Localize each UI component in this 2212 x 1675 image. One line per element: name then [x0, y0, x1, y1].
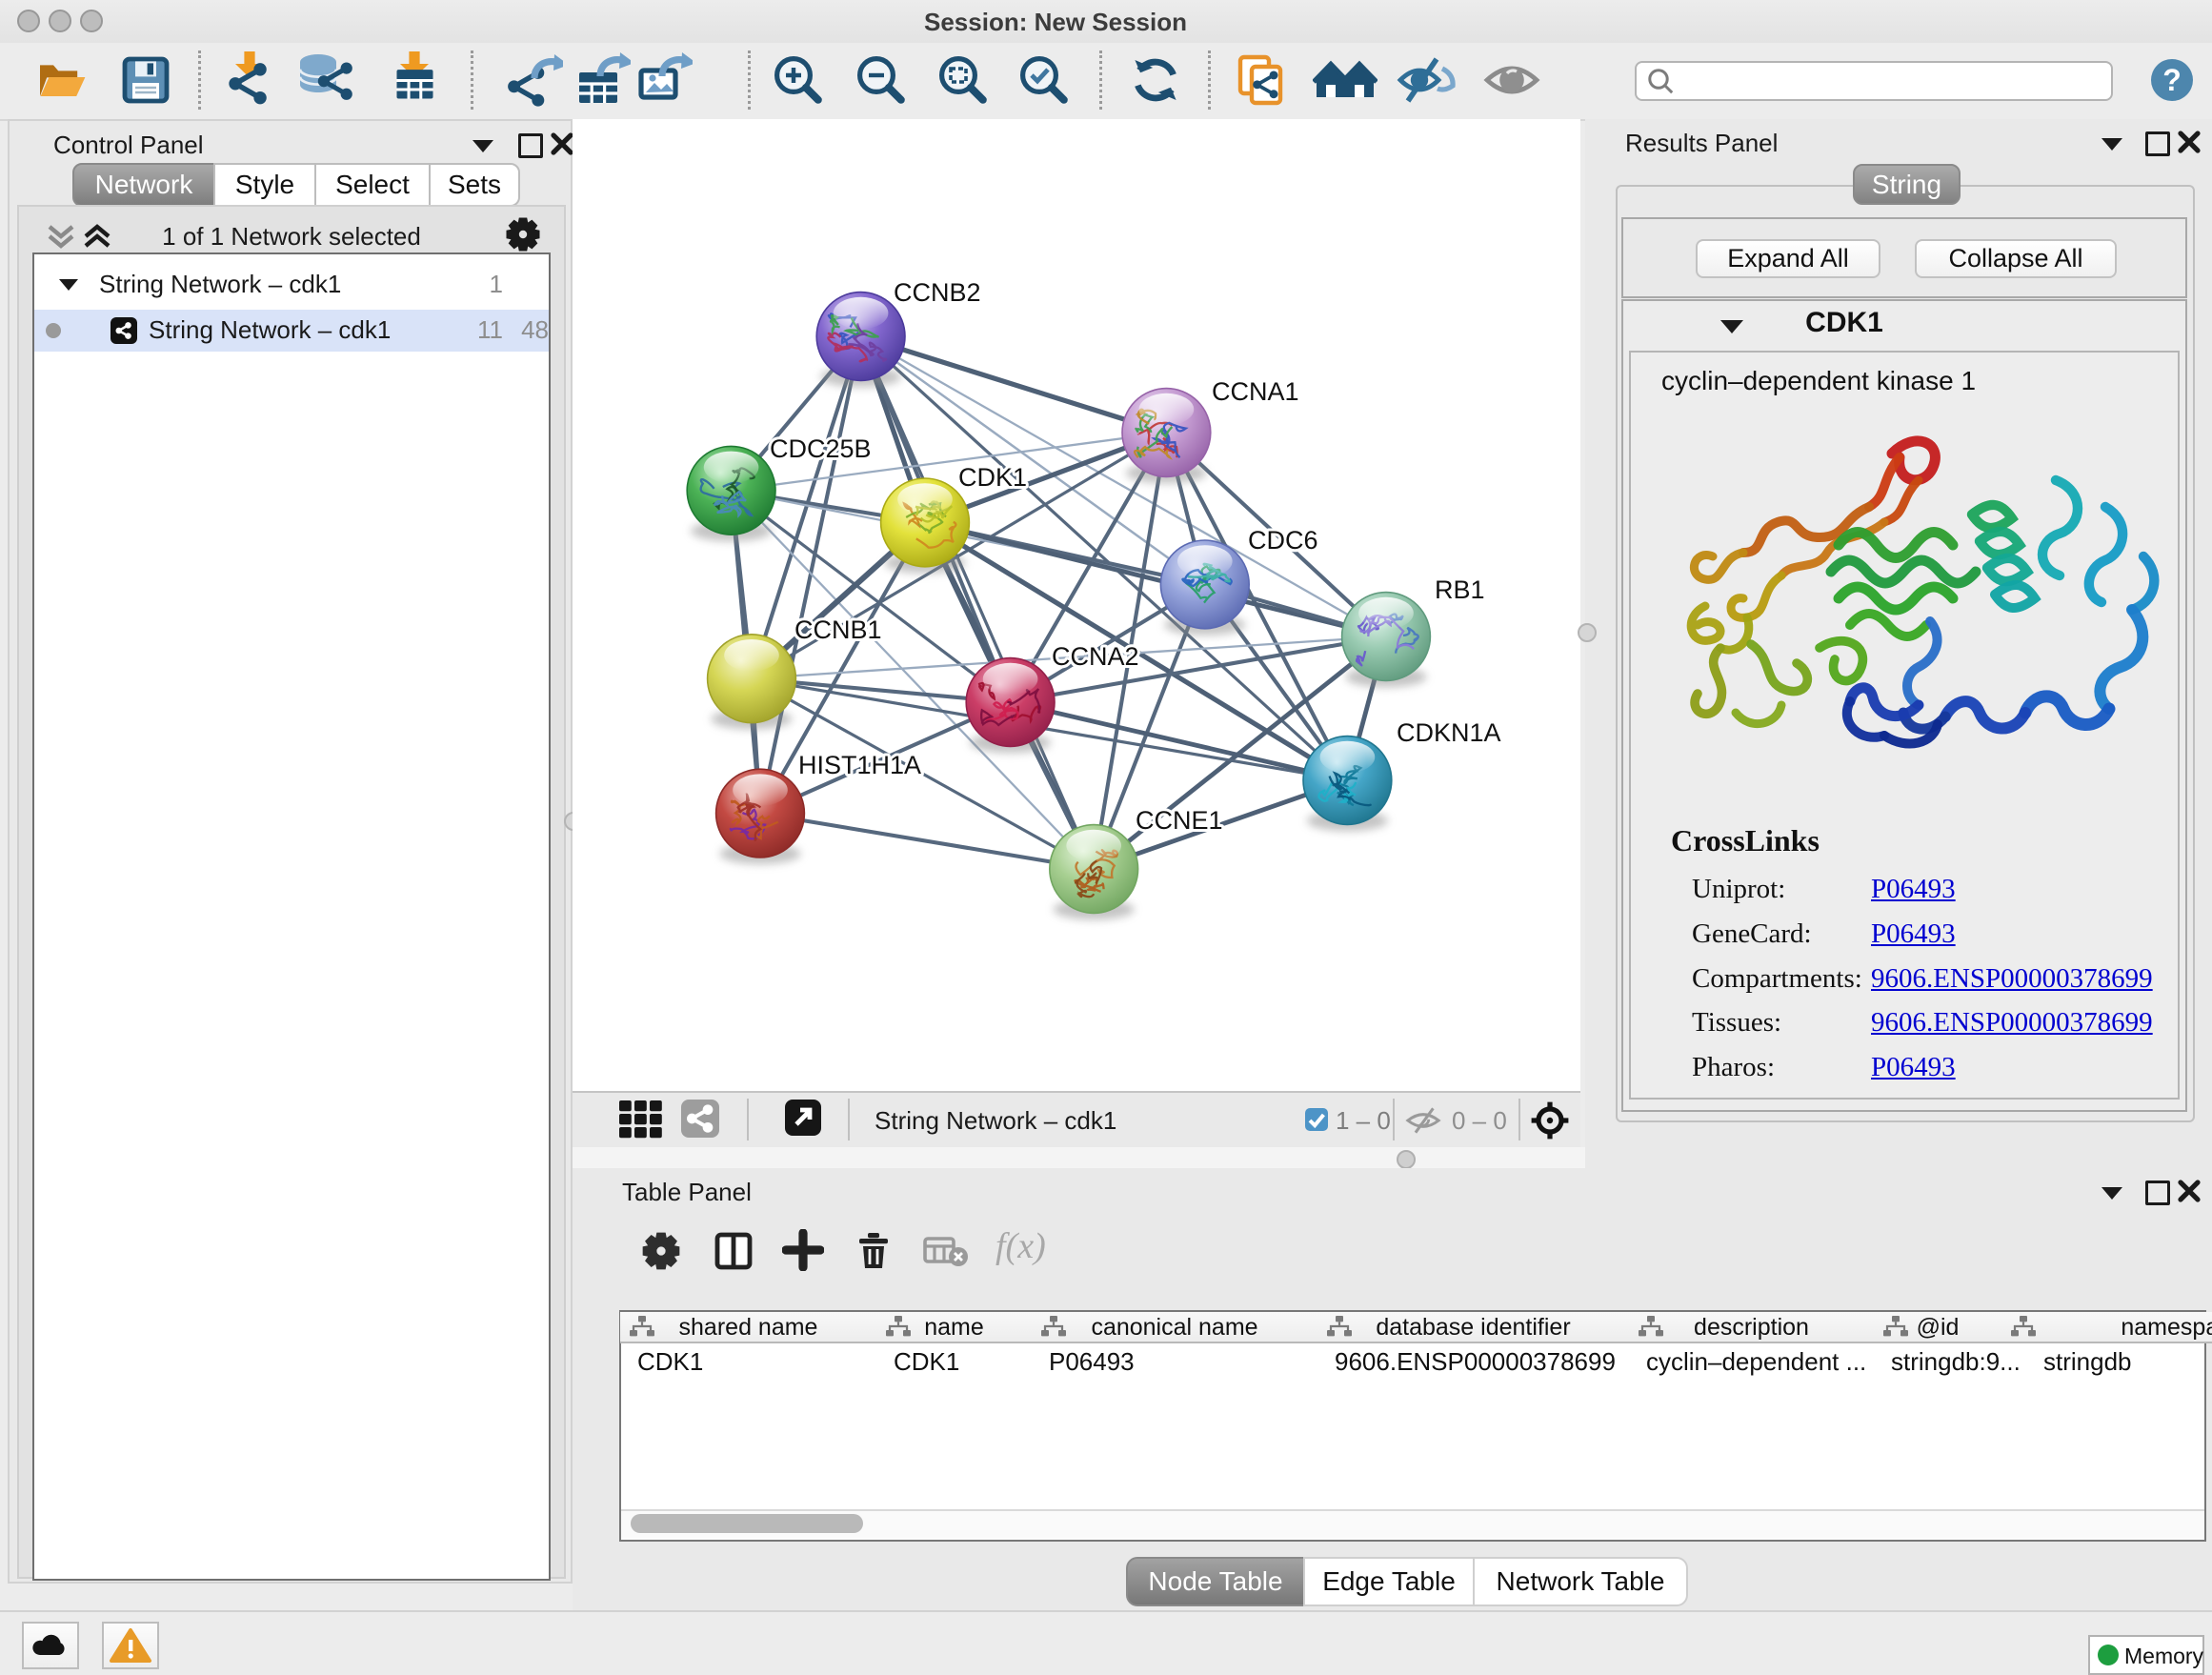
svg-text:CCNA2: CCNA2 [1052, 642, 1139, 671]
svg-text:RB1: RB1 [1435, 575, 1485, 604]
svg-text:HIST1H1A: HIST1H1A [798, 751, 921, 779]
svg-text:CDC25B: CDC25B [770, 434, 872, 463]
svg-text:CCNB1: CCNB1 [794, 616, 882, 644]
svg-text:CDC6: CDC6 [1248, 526, 1318, 555]
svg-text:CCNB2: CCNB2 [894, 278, 981, 307]
svg-text:CCNA1: CCNA1 [1212, 377, 1299, 406]
svg-text:CDKN1A: CDKN1A [1397, 718, 1501, 747]
svg-text:CCNE1: CCNE1 [1136, 806, 1223, 835]
svg-text:CDK1: CDK1 [958, 463, 1027, 492]
